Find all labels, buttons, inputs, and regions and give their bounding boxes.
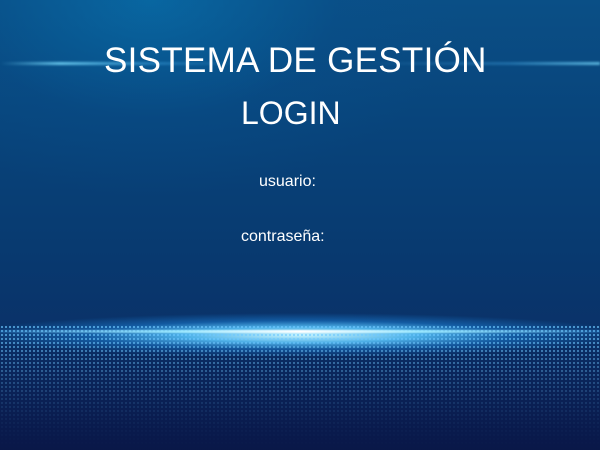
login-screen: SISTEMA DE GESTIÓN LOGIN usuario: contra… bbox=[0, 0, 600, 450]
page-title: SISTEMA DE GESTIÓN bbox=[104, 41, 487, 80]
horizon-line bbox=[0, 330, 600, 333]
floor-shade bbox=[0, 340, 600, 450]
username-label: usuario: bbox=[259, 173, 316, 190]
page-subtitle: LOGIN bbox=[241, 95, 341, 131]
password-label: contraseña: bbox=[241, 228, 325, 245]
